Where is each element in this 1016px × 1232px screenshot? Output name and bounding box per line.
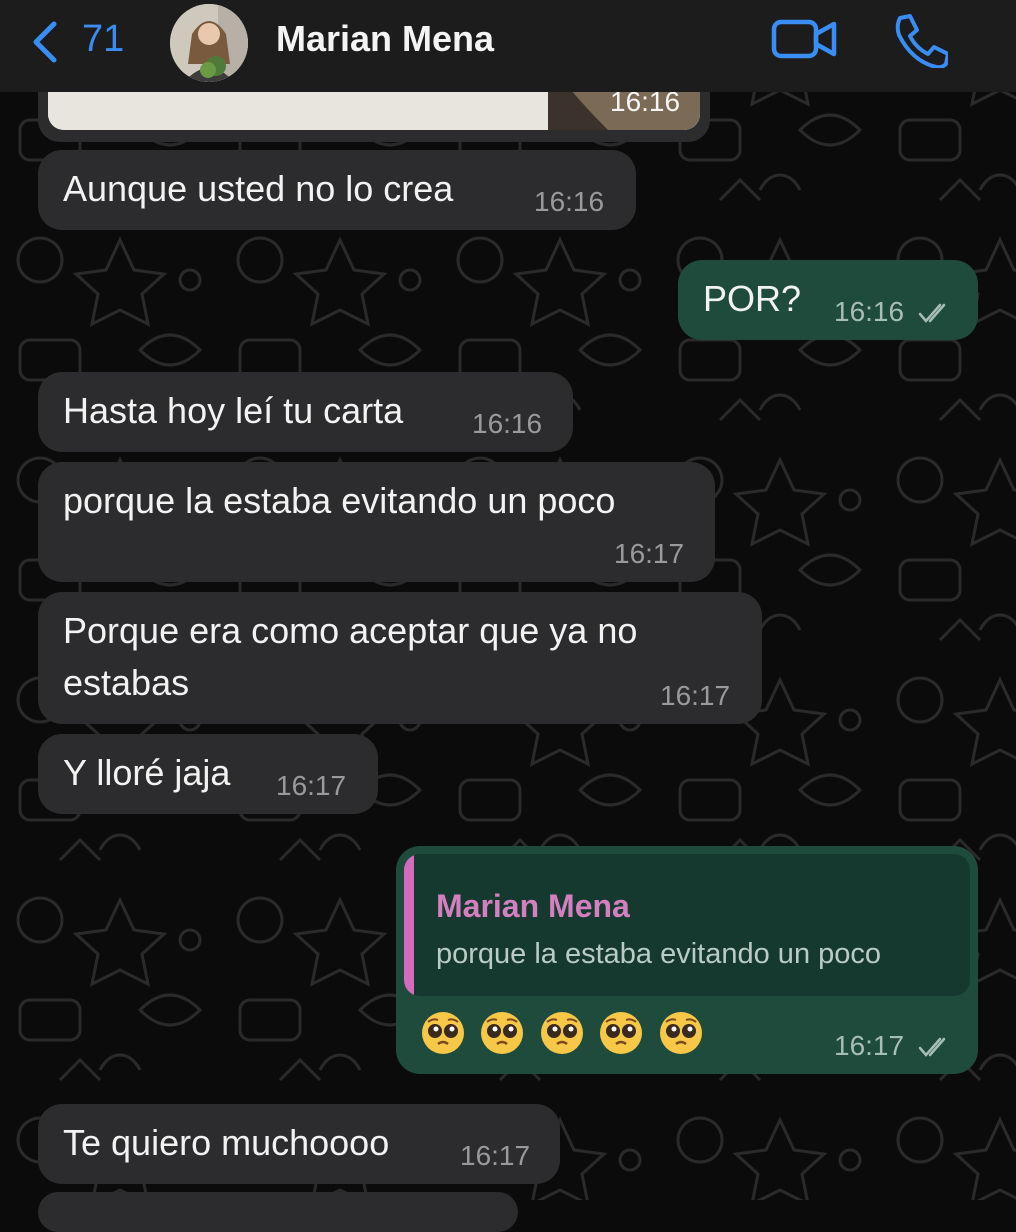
message-text-line-2: estabas: [63, 662, 190, 703]
profile-photo: [170, 4, 248, 82]
message-text: Te quiero muchoooo: [63, 1122, 390, 1163]
reply-message-bubble[interactable]: Marian Mena porque la estaba evitando un…: [396, 846, 978, 1074]
quote-accent-bar: [404, 854, 414, 996]
pleading-face-icon: [659, 1012, 702, 1054]
phone-icon: [895, 14, 950, 70]
message-text: POR?: [703, 278, 802, 319]
message-time: 16:17: [834, 1030, 905, 1061]
message-bubble-incoming[interactable]: Hasta hoy leí tu carta 16:16: [38, 372, 573, 452]
message-time: 16:17: [660, 680, 731, 711]
contact-name[interactable]: Marian Mena: [276, 18, 494, 60]
message-time: 16:16: [834, 296, 905, 327]
message-bubble-incoming[interactable]: [38, 1192, 518, 1232]
message-bubble-incoming[interactable]: porque la estaba evitando un poco 16:17: [38, 462, 715, 582]
message-text: Hasta hoy leí tu carta: [63, 390, 404, 431]
message-bubble-incoming[interactable]: Porque era como aceptar que ya no estaba…: [38, 592, 762, 724]
pleading-face-icon: [422, 1012, 464, 1054]
message-text: Aunque usted no lo crea: [63, 168, 454, 209]
read-receipt-icon: [918, 303, 946, 323]
message-time: 16:16: [472, 408, 543, 439]
chevron-left-icon: [33, 21, 57, 63]
message-text-line-1: Porque era como aceptar que ya no: [63, 610, 638, 651]
quoted-author: Marian Mena: [436, 888, 630, 924]
chat-header: 71 Marian Mena: [0, 0, 1016, 92]
pleading-face-icon: [540, 1012, 583, 1054]
back-button[interactable]: 71: [30, 18, 130, 64]
message-time: 16:17: [276, 770, 347, 801]
message-bubble-incoming[interactable]: Te quiero muchoooo 16:17: [38, 1104, 560, 1184]
message-time: 16:17: [460, 1140, 531, 1171]
message-bubble-outgoing[interactable]: POR? 16:16: [678, 260, 978, 340]
message-bubble-incoming[interactable]: Aunque usted no lo crea 16:16: [38, 150, 636, 230]
pleading-face-icon: [481, 1012, 524, 1054]
video-call-button[interactable]: [770, 14, 840, 66]
message-text: porque la estaba evitando un poco: [63, 480, 616, 521]
pleading-face-icon: [600, 1012, 643, 1054]
message-text: Y lloré jaja: [63, 752, 231, 793]
quoted-text: porque la estaba evitando un poco: [436, 938, 882, 970]
message-time: 16:16: [534, 186, 605, 217]
unread-count: 71: [82, 18, 125, 60]
read-receipt-icon: [918, 1037, 946, 1057]
message-bubble-incoming[interactable]: Y lloré jaja 16:17: [38, 734, 378, 814]
voice-call-button[interactable]: [888, 12, 950, 70]
avatar[interactable]: [170, 4, 248, 82]
message-time: 16:17: [614, 538, 685, 569]
emoji-row: [420, 1010, 713, 1056]
video-camera-icon: [771, 19, 837, 59]
quoted-message[interactable]: Marian Mena porque la estaba evitando un…: [404, 854, 970, 996]
